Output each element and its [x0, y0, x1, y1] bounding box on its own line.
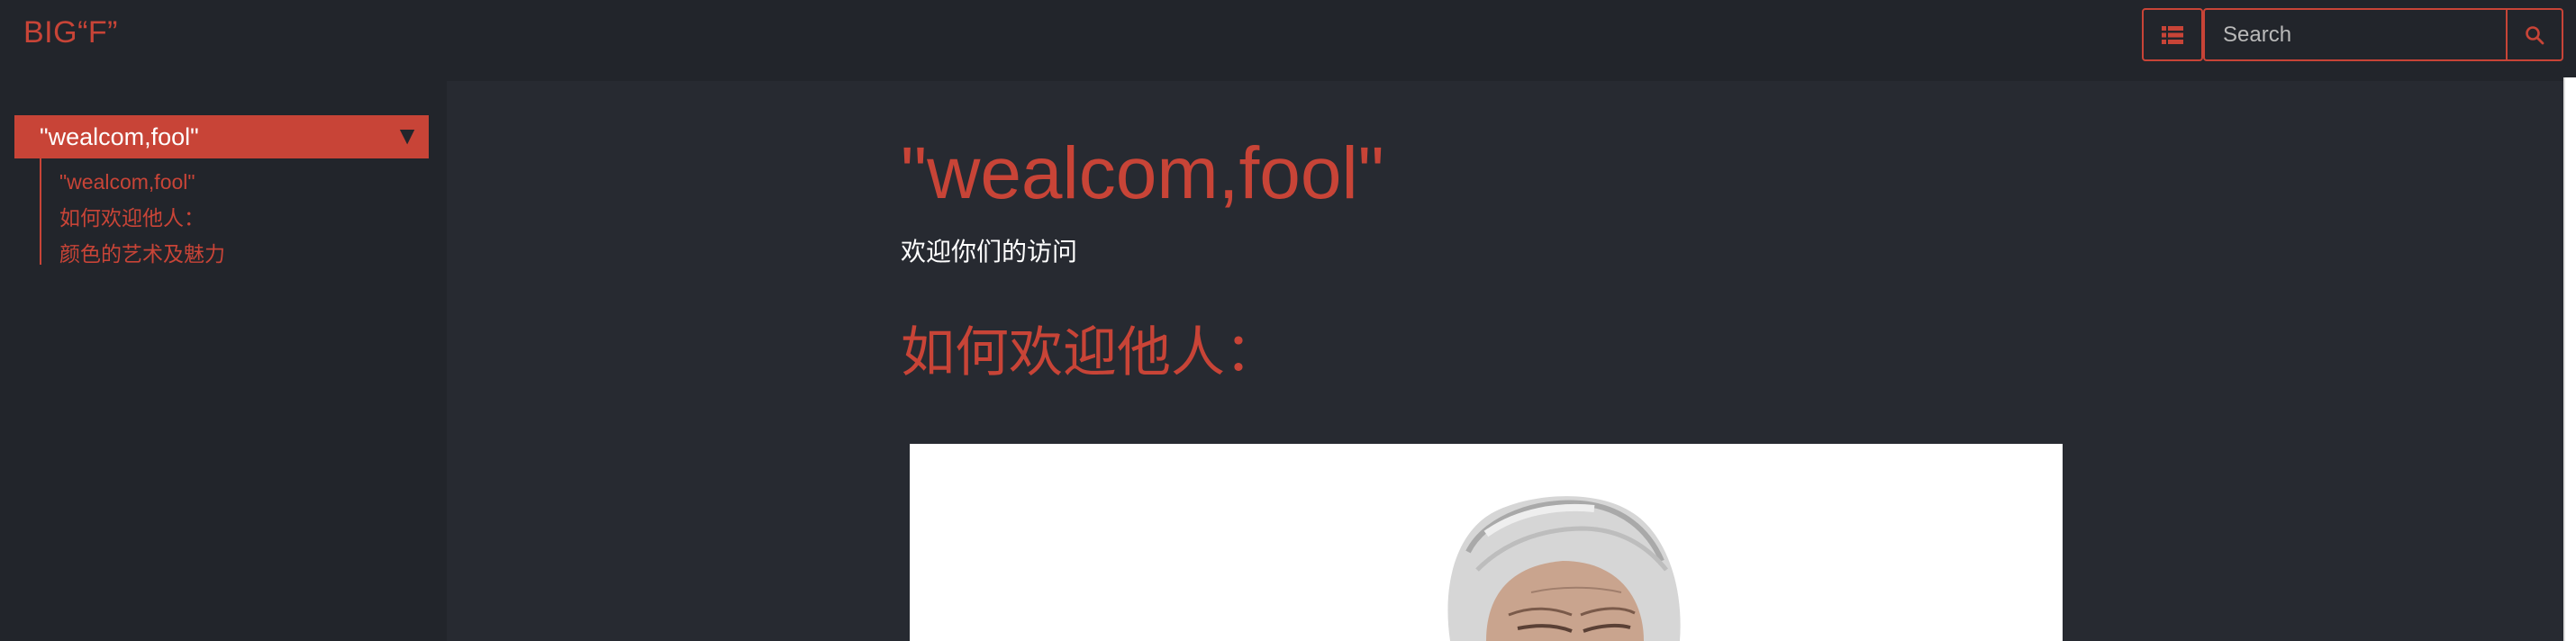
brand-logo[interactable]: BIG“F”	[23, 14, 118, 50]
toc-list: "wealcom,fool" 如何欢迎他人： 颜色的艺术及魅力	[40, 158, 225, 266]
scrollbar[interactable]	[2563, 77, 2576, 641]
toc-current-label: "wealcom,fool"	[40, 123, 199, 150]
elderly-man-photo	[910, 444, 2063, 641]
search-button[interactable]	[2506, 8, 2563, 61]
page-title: "wealcom,fool"	[901, 132, 1384, 214]
toc-item-color-art[interactable]: 颜色的艺术及魅力	[59, 236, 225, 272]
page-subtitle: 欢迎你们的访问	[901, 238, 1078, 266]
toc-item-how-to-welcome[interactable]: 如何欢迎他人：	[59, 200, 225, 236]
search-form	[2203, 8, 2563, 61]
search-input[interactable]	[2203, 8, 2506, 61]
toc-item-welcome[interactable]: "wealcom,fool"	[59, 164, 225, 200]
portrait-image	[910, 444, 2063, 641]
section-heading: 如何欢迎他人：	[901, 322, 1279, 383]
search-icon	[2526, 25, 2544, 44]
toc-toggle-button[interactable]	[2142, 8, 2203, 61]
list-icon	[2162, 25, 2183, 44]
toc-current-section[interactable]: "wealcom,fool" ▼	[14, 115, 429, 158]
caret-down-icon: ▼	[395, 122, 420, 149]
toc-sidebar: "wealcom,fool" ▼ "wealcom,fool" 如何欢迎他人： …	[0, 81, 447, 641]
top-navbar: BIG“F”	[0, 0, 2576, 81]
